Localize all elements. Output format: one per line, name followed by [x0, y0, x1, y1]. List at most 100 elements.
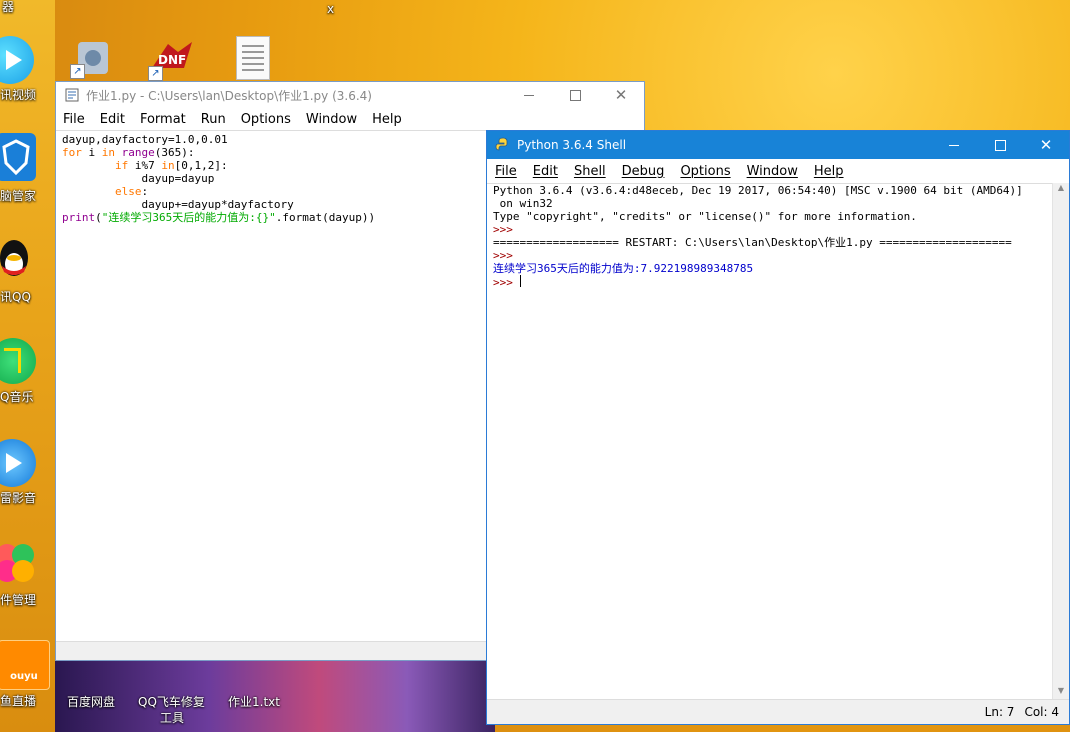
scroll-down-icon[interactable]: ▼: [1053, 686, 1069, 700]
text-file-icon[interactable]: [236, 36, 270, 80]
menu-window[interactable]: Window: [299, 112, 365, 127]
menu-debug[interactable]: Debug: [614, 164, 673, 179]
desktop-icon-label: 百度网盘: [67, 695, 116, 709]
shell-line: Python 3.6.4 (v3.6.4:d48eceb, Dec 19 201…: [493, 184, 1023, 197]
keyword: in: [101, 146, 115, 159]
close-icon: ✕: [614, 86, 628, 104]
close-button[interactable]: ✕: [1023, 132, 1069, 158]
keyword: if: [114, 159, 129, 172]
menu-edit[interactable]: Edit: [525, 164, 566, 179]
restart-banner: =================== RESTART: C:\Users\la…: [493, 236, 1012, 249]
menu-run[interactable]: Run: [194, 112, 234, 127]
line-number: Ln: 7: [984, 705, 1015, 719]
close-icon: ✕: [1039, 136, 1053, 154]
douyu-badge-text: ouyu: [10, 671, 38, 682]
maximize-icon: [994, 139, 1006, 151]
play-icon: [6, 453, 22, 473]
minimize-button[interactable]: [931, 132, 977, 158]
svg-text:DNF: DNF: [158, 53, 186, 67]
shell-titlebar[interactable]: Python 3.6.4 Shell ✕: [487, 131, 1069, 159]
shell-statusbar: Ln: 7 Col: 4: [487, 699, 1069, 724]
shell-title: Python 3.6.4 Shell: [517, 138, 627, 152]
code-text: dayup,dayfactory=1.0,0.01: [62, 133, 228, 146]
code-text: dayup+=dayup*dayfactory: [62, 198, 294, 211]
shell-line: on win32: [493, 197, 553, 210]
desktop-icon-label: 脑管家: [0, 189, 37, 203]
editor-titlebar[interactable]: 作业1.py - C:\Users\lan\Desktop\作业1.py (3.…: [56, 82, 644, 108]
shortcut-arrow-icon: ↗: [148, 66, 163, 81]
desktop-icon-label: 鱼直播: [0, 694, 37, 708]
close-button[interactable]: ✕: [598, 82, 644, 108]
game-logo-icon[interactable]: DNF ↗: [148, 38, 196, 81]
menu-format[interactable]: Format: [133, 112, 194, 127]
minimize-icon: [524, 94, 534, 96]
minimize-button[interactable]: [506, 82, 552, 108]
shell-input-line[interactable]: >>>: [493, 275, 1069, 289]
qq-penguin-icon[interactable]: [0, 236, 34, 284]
shell-menubar: File Edit Shell Debug Options Window Hel…: [487, 159, 1069, 183]
code-text: i: [81, 146, 102, 159]
python-file-icon: [64, 87, 80, 103]
desktop-icon-label: 作业1.txt: [228, 695, 280, 709]
code-text: :: [141, 185, 149, 198]
text-cursor: [519, 275, 521, 287]
code-text: .format(dayup)): [275, 211, 376, 224]
builtin: range: [121, 146, 155, 159]
shell-prompt: >>>: [493, 223, 513, 236]
vertical-scrollbar[interactable]: ▲ ▼: [1052, 183, 1069, 700]
python-shell-window[interactable]: Python 3.6.4 Shell ✕ File Edit Shell Deb…: [486, 130, 1070, 725]
desktop-mark: x: [327, 2, 335, 16]
pc-manager-icon[interactable]: [0, 133, 36, 181]
desktop-icon-label: 工具: [160, 711, 185, 725]
shell-prompt: >>>: [493, 249, 513, 262]
desktop-icon-label: 讯QQ: [0, 290, 31, 304]
editor-menubar: File Edit Format Run Options Window Help: [56, 108, 644, 130]
column-number: Col: 4: [1024, 705, 1059, 719]
menu-window[interactable]: Window: [739, 164, 806, 179]
software-manager-icon[interactable]: [0, 540, 38, 586]
menu-help[interactable]: Help: [365, 112, 410, 127]
python-logo-icon: [495, 137, 511, 153]
program-output: 连续学习365天后的能力值为:7.922198989348785: [493, 262, 754, 275]
menu-file[interactable]: File: [487, 164, 525, 179]
desktop-icon-label: 讯视频: [0, 88, 37, 102]
builtin: print: [62, 211, 96, 224]
maximize-icon: [569, 89, 581, 101]
menu-shell[interactable]: Shell: [566, 164, 614, 179]
menu-edit[interactable]: Edit: [93, 112, 133, 127]
maximize-button[interactable]: [977, 132, 1023, 158]
keyword: else: [114, 185, 142, 198]
play-icon: [6, 50, 22, 70]
menu-help[interactable]: Help: [806, 164, 852, 179]
desktop-icon-label: QQ飞车修复: [138, 695, 205, 709]
code-text: (: [95, 211, 102, 224]
code-text: [0,1,2]:: [174, 159, 228, 172]
maximize-button[interactable]: [552, 82, 598, 108]
menu-options[interactable]: Options: [672, 164, 738, 179]
menu-file[interactable]: File: [56, 112, 93, 127]
settings-shortcut-icon[interactable]: ↗: [70, 38, 114, 79]
shell-output[interactable]: Python 3.6.4 (v3.6.4:d48eceb, Dec 19 201…: [487, 183, 1069, 700]
editor-title: 作业1.py - C:\Users\lan\Desktop\作业1.py (3.…: [86, 88, 372, 103]
code-text: i%7: [128, 159, 162, 172]
desktop-label-fragment: 器: [2, 0, 15, 14]
minimize-icon: [949, 144, 959, 146]
scroll-up-icon[interactable]: ▲: [1053, 183, 1069, 197]
desktop-icon-label: 件管理: [0, 593, 37, 607]
desktop-icon-label: Q音乐: [0, 390, 34, 404]
douyu-icon[interactable]: ouyu: [0, 640, 50, 690]
shell-line: Type "copyright", "credits" or "license(…: [493, 210, 917, 223]
desktop-icon-label: 雷影音: [0, 491, 37, 505]
keyword: for: [62, 146, 82, 159]
code-text: (365):: [154, 146, 195, 159]
shortcut-arrow-icon: ↗: [70, 64, 85, 79]
text-lines-icon: [242, 45, 264, 47]
shell-prompt: >>>: [493, 276, 513, 289]
menu-options[interactable]: Options: [234, 112, 299, 127]
code-text: dayup=dayup: [62, 172, 215, 185]
keyword: in: [161, 159, 175, 172]
string-literal: "连续学习365天后的能力值为:{}": [101, 211, 276, 224]
